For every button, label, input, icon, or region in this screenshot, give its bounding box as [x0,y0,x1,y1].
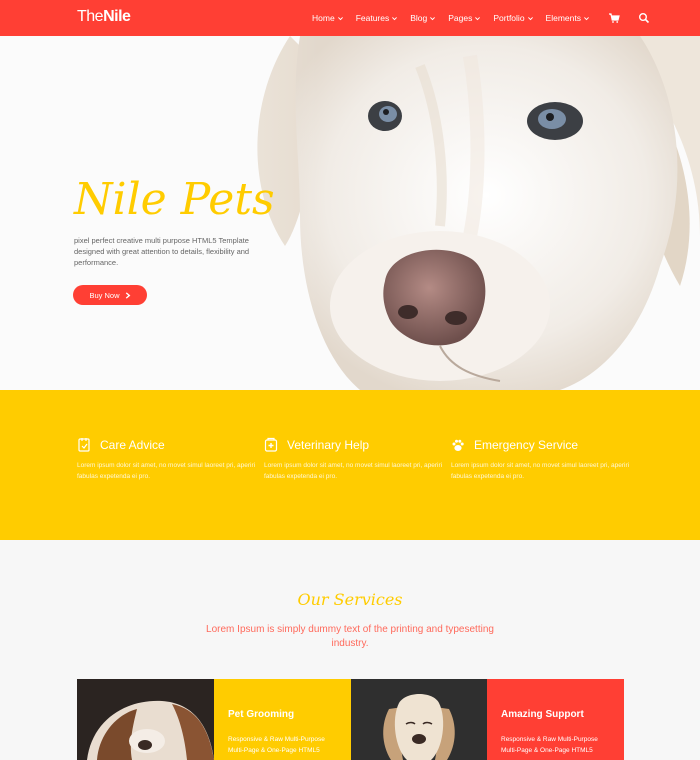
feature-title: Veterinary Help [287,438,370,452]
main-menu: Home Features Blog Pages Portfolio Eleme… [312,0,662,36]
nav-item-home[interactable]: Home [312,13,344,23]
services-subtitle: Lorem Ipsum is simply dummy text of the … [206,624,494,649]
feature-title: Emergency Service [474,438,579,452]
feature-text: Lorem ipsum dolor sit amet, no movet sim… [451,462,630,480]
logo-text-bold: Nile [103,8,131,25]
feature-text: Lorem ipsum dolor sit amet, no movet sim… [264,462,443,480]
hero-description: pixel perfect creative multi purpose HTM… [74,236,250,267]
chevron-down-icon [392,16,398,20]
features-section: Care Advice Lorem ipsum dolor sit amet, … [0,390,700,540]
chevron-down-icon [527,16,533,20]
buy-now-label: Buy Now [89,290,120,300]
services-section: Our Services Lorem Ipsum is simply dummy… [0,540,700,760]
nav-item-label: Features [355,13,390,23]
cart-icon[interactable] [608,12,620,24]
services-title: Our Services [297,590,403,609]
nav-item-elements[interactable]: Elements [546,13,590,23]
nav-item-label: Elements [545,13,581,23]
chevron-down-icon [337,16,343,20]
feature-care-advice: Care Advice Lorem ipsum dolor sit amet, … [77,436,257,482]
care-advice-icon [78,438,90,452]
search-icon[interactable] [638,12,650,24]
card-text: Responsive & Raw Multi-Purpose Multi-Pag… [501,736,598,754]
feature-text: Lorem ipsum dolor sit amet, no movet sim… [77,462,256,480]
chevron-right-icon [125,291,130,299]
chevron-down-icon [430,16,436,20]
card-title: Pet Grooming [228,709,295,720]
nav-item-portfolio[interactable]: Portfolio [493,13,533,23]
buy-now-button[interactable]: Buy Now [73,285,147,305]
chevron-down-icon [584,16,589,20]
card-title: Amazing Support [501,709,584,720]
chevron-down-icon [475,16,481,20]
puppy-photo [77,679,214,760]
feature-emergency-service: Emergency Service Lorem ipsum dolor sit … [451,436,631,482]
nav-item-blog[interactable]: Blog [410,13,436,23]
hero-section: Nile Pets pixel perfect creative multi p… [0,36,700,390]
nav-item-pages[interactable]: Pages [448,13,481,23]
veterinary-help-icon [264,437,278,452]
nav-item-features[interactable]: Features [356,13,399,23]
service-image-dog [351,679,488,760]
site-logo[interactable]: TheNile [77,8,131,26]
service-image-puppy [77,679,214,760]
service-card-amazing-support[interactable]: Amazing Support Responsive & Raw Multi-P… [487,679,624,760]
paw-icon [452,439,464,451]
nav-item-label: Home [312,13,335,23]
nav-item-label: Portfolio [493,13,525,23]
top-navbar: TheNile Home Features Blog Pages Portfol… [0,0,700,36]
nav-item-label: Pages [448,13,473,23]
dog-photo [351,679,487,760]
feature-title: Care Advice [100,438,165,452]
service-card-pet-grooming[interactable]: Pet Grooming Responsive & Raw Multi-Purp… [214,679,351,760]
card-text: Responsive & Raw Multi-Purpose Multi-Pag… [228,736,325,754]
feature-veterinary-help: Veterinary Help Lorem ipsum dolor sit am… [264,436,444,482]
nav-item-label: Blog [410,13,428,23]
logo-text-thin: The [77,8,104,25]
hero-title: Nile Pets [74,174,275,225]
